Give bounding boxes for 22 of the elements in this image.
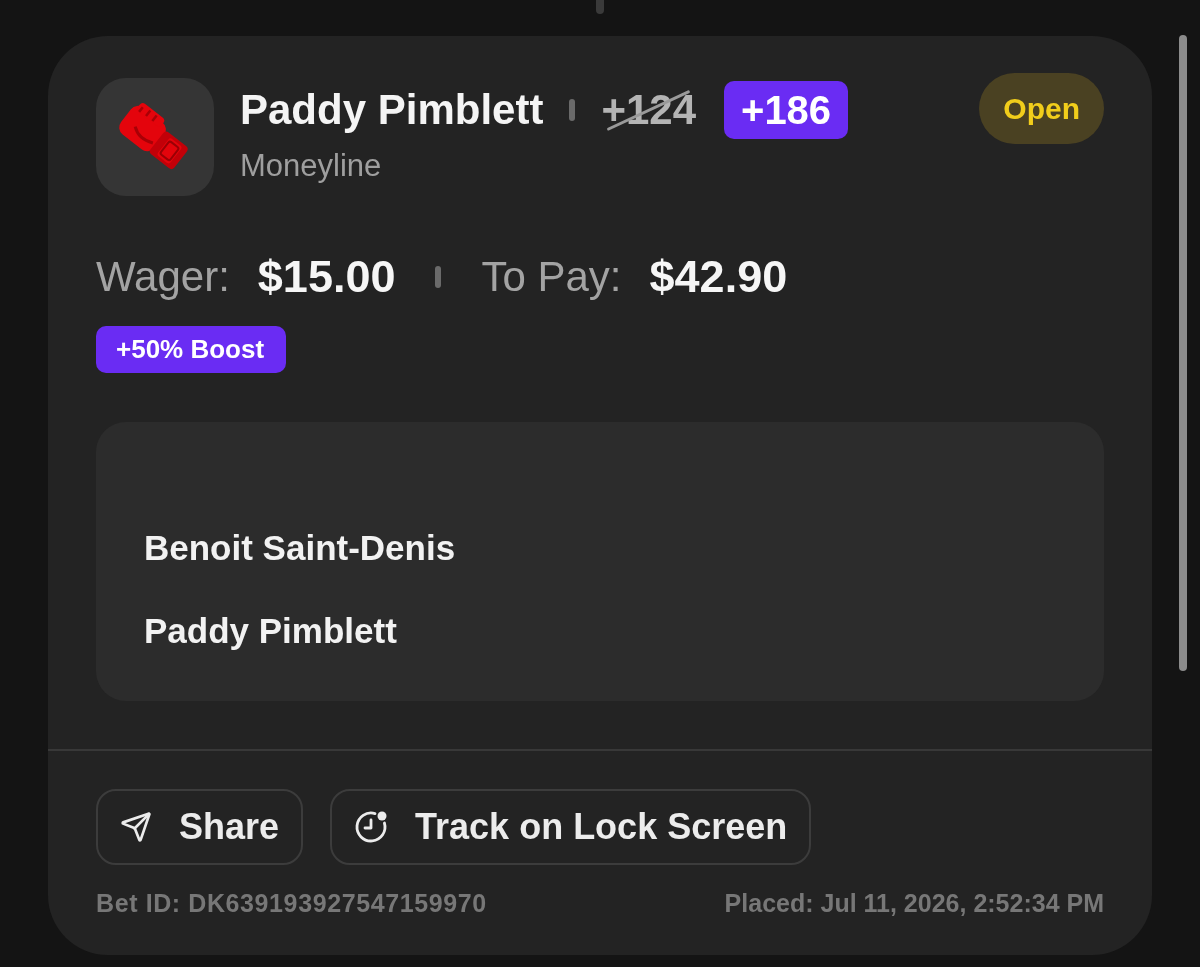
send-icon — [120, 811, 152, 843]
amount-value: $42.90 — [649, 252, 788, 302]
placed-timestamp: Placed: Jul 11, 2026, 2:52:34 PM — [724, 888, 1104, 918]
divider — [569, 99, 576, 121]
market-label: Moneyline — [240, 148, 382, 184]
amount-label: Wager: — [96, 252, 230, 302]
selection-title: Paddy Pimblett — [240, 85, 544, 135]
amount-label: To Pay: — [481, 252, 622, 302]
competitor-name: Benoit Saint-Denis — [144, 527, 456, 569]
boosted-odds-badge: +186 — [724, 81, 849, 139]
glove-icon — [96, 78, 214, 196]
clock-icon — [354, 810, 389, 844]
scrollbar-thumb[interactable] — [1179, 35, 1187, 671]
status-badge: Open — [979, 73, 1104, 144]
track-button[interactable]: Track on Lock Screen — [330, 789, 812, 865]
divider — [435, 266, 442, 288]
amount-value: $15.00 — [257, 252, 396, 302]
bet-id: Bet ID: DK639193927547159970 — [96, 888, 487, 918]
share-button[interactable]: Share — [96, 789, 304, 865]
handle-grip — [596, 0, 604, 14]
boost-badge: +50% Boost — [96, 326, 287, 373]
competitor-name: Paddy Pimblett — [144, 610, 397, 652]
